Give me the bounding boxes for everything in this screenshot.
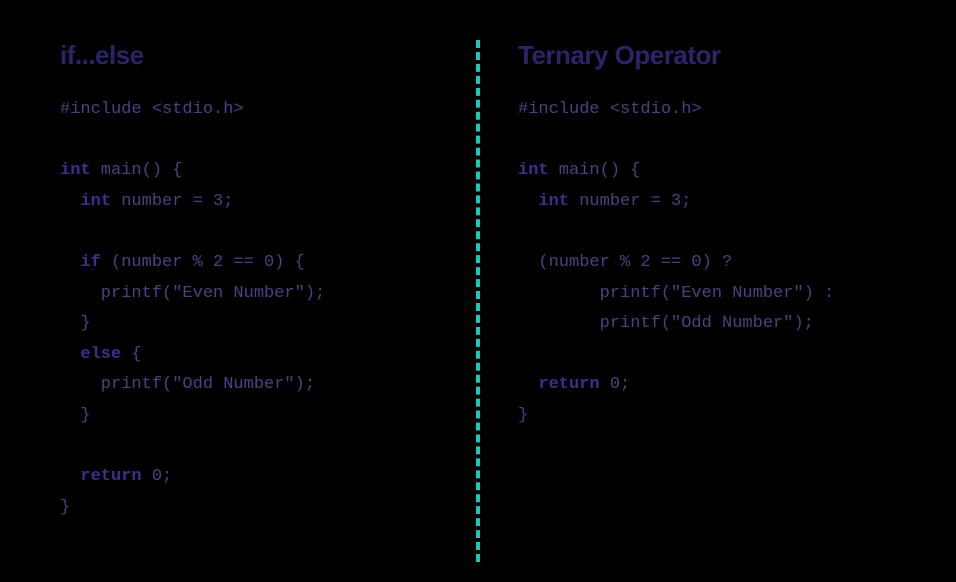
right-code-block: #include <stdio.h> int main() { int numb… bbox=[518, 95, 896, 432]
vertical-divider bbox=[476, 40, 480, 562]
code-text: main() { bbox=[549, 161, 641, 180]
code-text: (number % 2 == 0) { bbox=[101, 253, 305, 272]
code-text: number = 3; bbox=[569, 192, 691, 211]
left-heading: if...else bbox=[60, 40, 438, 71]
code-line: } bbox=[518, 406, 528, 425]
code-comparison-container: if...else #include <stdio.h> int main() … bbox=[0, 0, 956, 582]
keyword-int: int bbox=[80, 192, 111, 211]
code-line: printf("Even Number"); bbox=[60, 284, 325, 303]
code-text: main() { bbox=[91, 161, 183, 180]
right-column: Ternary Operator #include <stdio.h> int … bbox=[478, 40, 896, 542]
code-text: 0; bbox=[142, 467, 173, 486]
keyword-if: if bbox=[80, 253, 100, 272]
keyword-int: int bbox=[60, 161, 91, 180]
keyword-int: int bbox=[518, 161, 549, 180]
keyword-else: else bbox=[80, 345, 121, 364]
code-line: printf("Even Number") : bbox=[518, 284, 834, 303]
keyword-return: return bbox=[538, 375, 599, 394]
left-column: if...else #include <stdio.h> int main() … bbox=[60, 40, 478, 542]
code-text: number = 3; bbox=[111, 192, 233, 211]
code-text: { bbox=[121, 345, 141, 364]
code-line: #include <stdio.h> bbox=[518, 100, 702, 119]
code-line: printf("Odd Number"); bbox=[60, 375, 315, 394]
code-line: } bbox=[60, 314, 91, 333]
code-line: #include <stdio.h> bbox=[60, 100, 244, 119]
code-line: } bbox=[60, 406, 91, 425]
code-text: 0; bbox=[600, 375, 631, 394]
code-line: } bbox=[60, 498, 70, 517]
code-line: (number % 2 == 0) ? bbox=[518, 253, 732, 272]
right-heading: Ternary Operator bbox=[518, 40, 896, 71]
keyword-int: int bbox=[538, 192, 569, 211]
keyword-return: return bbox=[80, 467, 141, 486]
code-line: printf("Odd Number"); bbox=[518, 314, 814, 333]
left-code-block: #include <stdio.h> int main() { int numb… bbox=[60, 95, 438, 523]
